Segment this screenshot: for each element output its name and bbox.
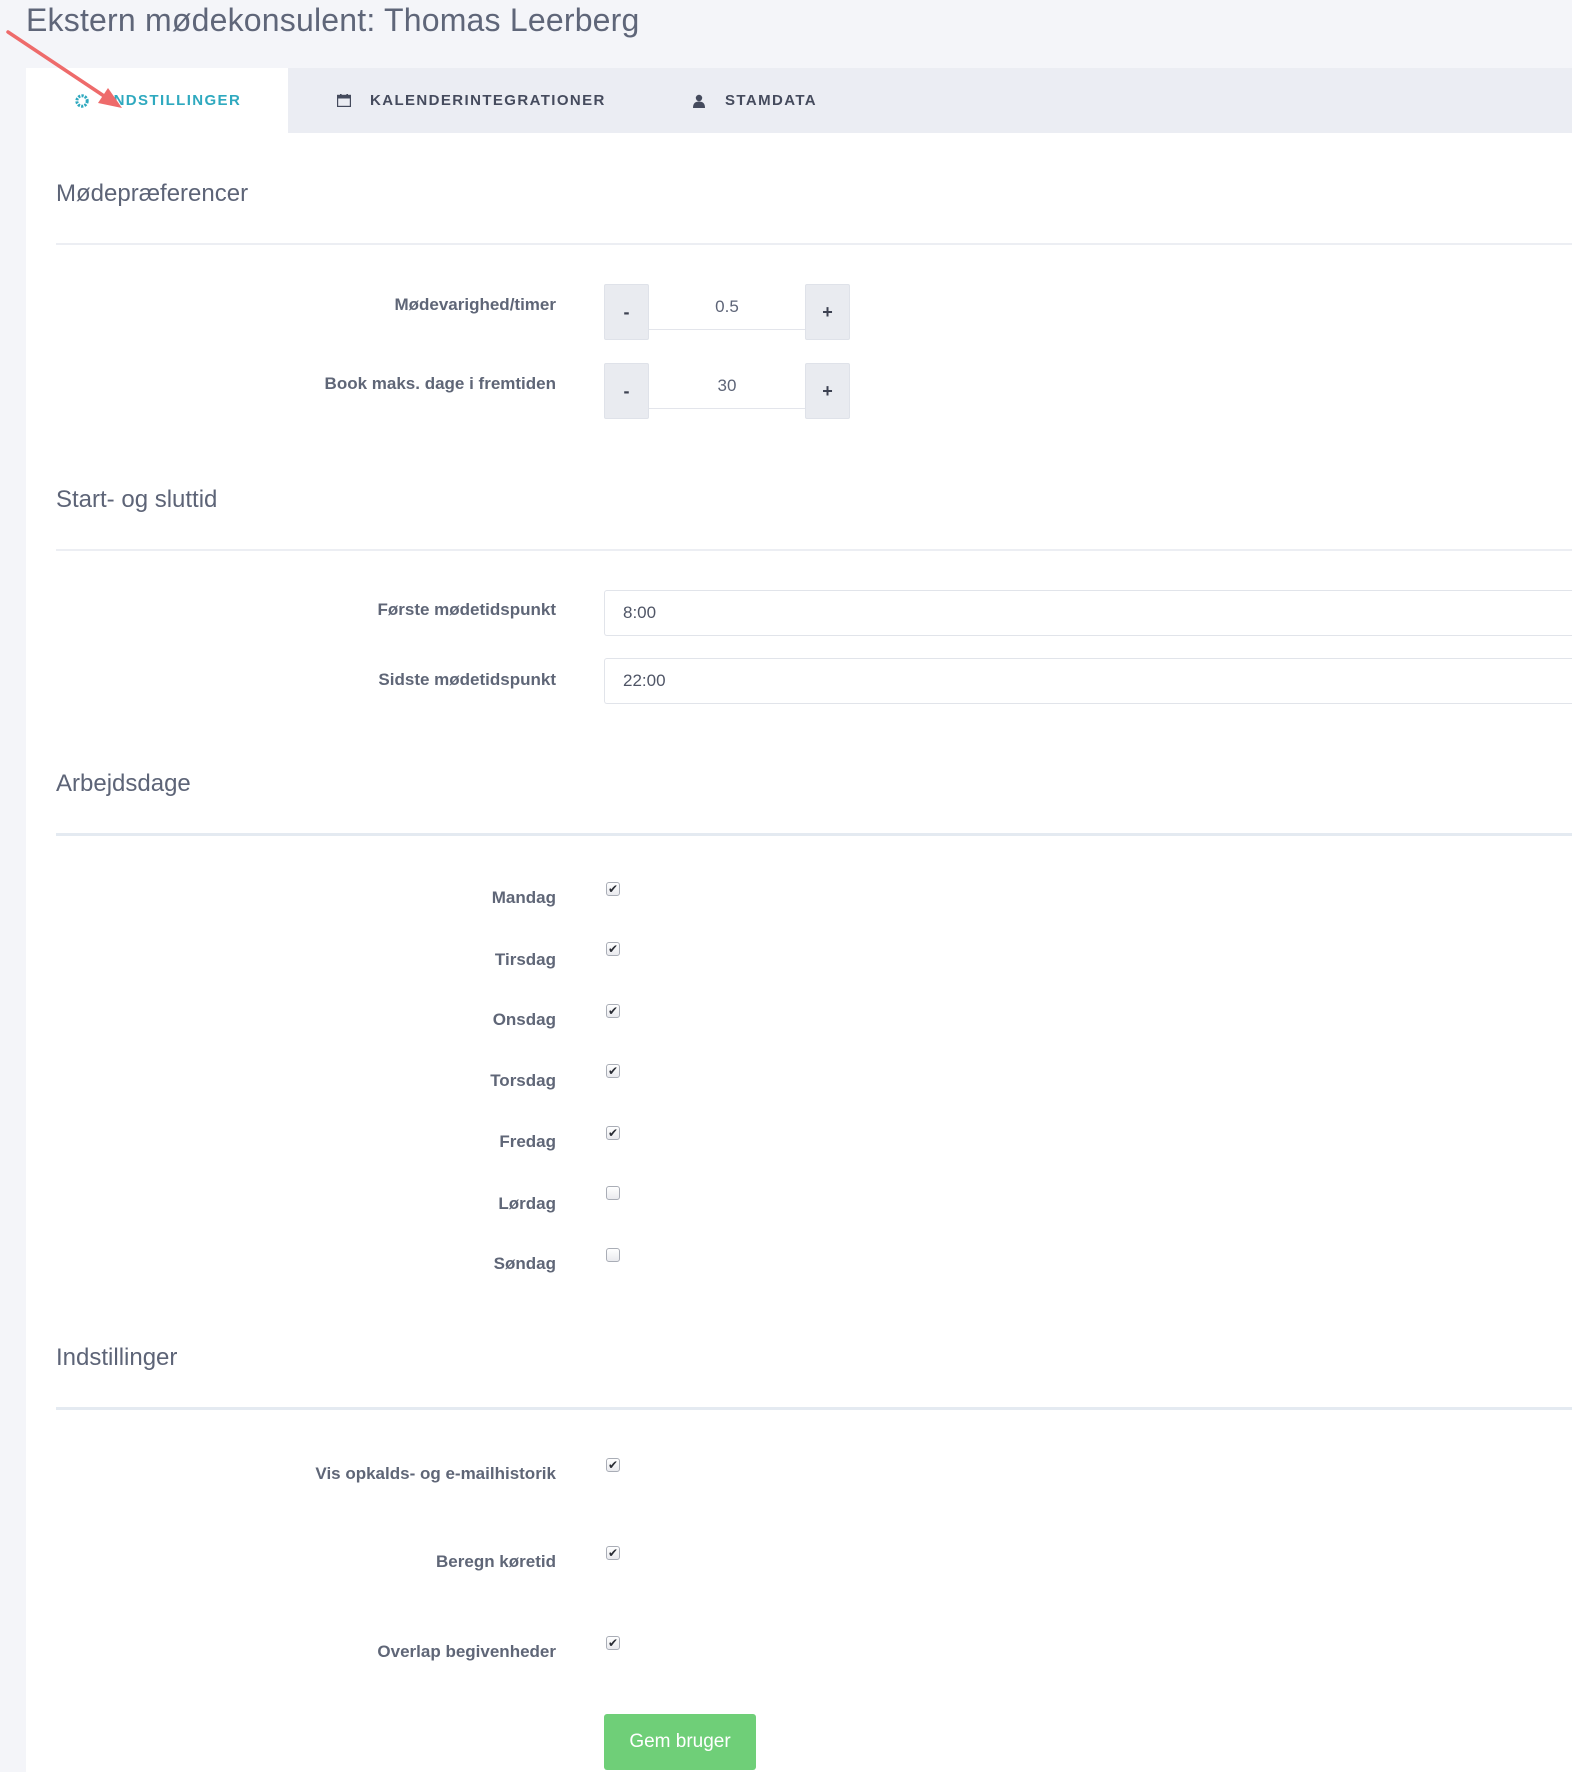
calendar-icon [336,93,352,109]
duration-stepper: - 0.5 + [604,284,850,340]
tab-master-label: STAMDATA [725,92,818,109]
workday-checkbox-fredag[interactable]: ✔ [606,1126,620,1140]
first-time-label: Første mødetidspunkt [377,600,556,619]
workday-label-fredag: Fredag [499,1132,556,1151]
workday-checkbox-sondag[interactable] [606,1248,620,1262]
section-divider [56,1407,1572,1410]
max-days-stepper: - 30 + [604,363,850,419]
duration-decrement-button[interactable]: - [604,284,649,340]
option-checkbox-driving-time[interactable]: ✔ [606,1546,620,1560]
duration-label: Mødevarighed/timer [394,295,556,314]
settings-panel: INDSTILLINGER KALENDERINTEGRATIONER STAM… [26,68,1572,1772]
workday-label-mandag: Mandag [491,888,556,907]
option-label-driving-time: Beregn køretid [436,1552,556,1571]
section-title-meeting-prefs: Mødepræferencer [56,180,249,207]
workday-checkbox-lordag[interactable] [606,1186,620,1200]
workday-checkbox-onsdag[interactable]: ✔ [606,1004,620,1018]
option-checkbox-overlap[interactable]: ✔ [606,1636,620,1650]
max-days-label: Book maks. dage i fremtiden [324,374,556,393]
duration-value[interactable]: 0.5 [649,284,805,330]
workday-checkbox-torsdag[interactable]: ✔ [606,1064,620,1078]
workday-checkbox-tirsdag[interactable]: ✔ [606,942,620,956]
tab-calendar-label: KALENDERINTEGRATIONER [370,92,606,109]
workday-label-lordag: Lørdag [498,1194,556,1213]
section-title-settings: Indstillinger [56,1344,178,1371]
duration-increment-button[interactable]: + [805,284,850,340]
option-label-history: Vis opkalds- og e-mailhistorik [315,1464,556,1483]
workday-label-torsdag: Torsdag [490,1071,556,1090]
section-title-workdays: Arbejdsdage [56,770,191,797]
option-checkbox-history[interactable]: ✔ [606,1458,620,1472]
workday-label-onsdag: Onsdag [492,1010,556,1029]
max-days-increment-button[interactable]: + [805,363,850,419]
max-days-decrement-button[interactable]: - [604,363,649,419]
section-divider [56,549,1572,551]
option-label-overlap: Overlap begivenheder [377,1642,556,1661]
annotation-arrow [6,30,122,108]
tab-calendar-integrations[interactable]: KALENDERINTEGRATIONER [336,68,616,133]
tab-master-data[interactable]: STAMDATA [691,68,817,133]
section-divider [56,833,1572,836]
max-days-value[interactable]: 30 [649,363,805,409]
save-user-button[interactable]: Gem bruger [604,1714,756,1770]
workday-label-tirsdag: Tirsdag [494,950,556,969]
first-time-input[interactable]: 8:00 [604,590,1572,636]
section-title-start-end: Start- og sluttid [56,486,218,513]
tab-bar: INDSTILLINGER KALENDERINTEGRATIONER STAM… [26,68,1572,133]
workday-checkbox-mandag[interactable]: ✔ [606,882,620,896]
workday-label-sondag: Søndag [493,1254,556,1273]
last-time-label: Sidste mødetidspunkt [378,670,556,689]
user-icon [691,93,707,109]
last-time-input[interactable]: 22:00 [604,658,1572,704]
section-divider [56,243,1572,245]
